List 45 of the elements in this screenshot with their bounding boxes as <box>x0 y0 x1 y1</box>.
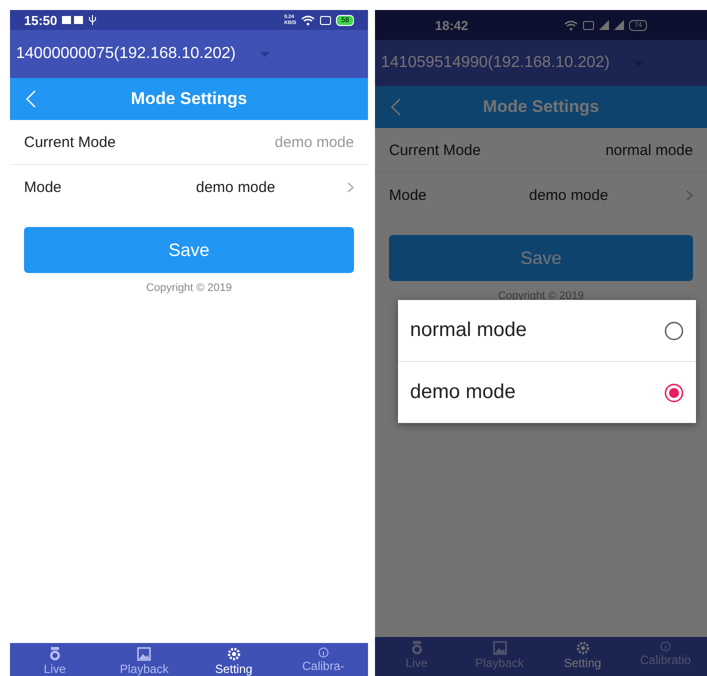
usb-icon <box>89 15 96 25</box>
save-button[interactable]: Save <box>24 227 354 273</box>
back-icon[interactable] <box>391 98 401 116</box>
dropdown-caret-icon[interactable] <box>260 52 270 56</box>
radio-button[interactable] <box>664 382 684 402</box>
image-icon <box>137 647 152 661</box>
mode-selector[interactable]: demo mode <box>529 186 686 204</box>
info-icon <box>318 647 329 658</box>
wifi-icon <box>301 14 316 26</box>
screen-icon <box>583 20 594 30</box>
setting-label: Mode <box>24 178 63 196</box>
notification-icon <box>62 15 84 25</box>
screen-icon <box>320 16 332 24</box>
signal-icon <box>614 20 624 30</box>
wifi-icon <box>564 20 578 30</box>
chevron-right-icon[interactable] <box>686 190 693 200</box>
mode-selector[interactable]: demo mode <box>196 178 347 196</box>
settings-icon <box>226 647 241 661</box>
info-icon <box>660 641 671 652</box>
status-time: 18:42 <box>435 18 468 32</box>
page-title: Mode Settings <box>482 97 600 117</box>
radio-button[interactable] <box>664 320 684 340</box>
setting-value: demo mode <box>274 134 354 150</box>
nav-tab[interactable]: Setting <box>189 643 278 676</box>
nav-tab[interactable]: Live <box>10 643 100 676</box>
page-title: Mode Settings <box>130 89 248 109</box>
option-label[interactable]: normal mode <box>410 319 527 342</box>
nav-tab[interactable]: Playback <box>100 643 189 676</box>
back-icon[interactable] <box>26 90 36 108</box>
setting-value: normal mode <box>604 142 693 158</box>
signal-icon <box>599 20 610 30</box>
image-icon <box>492 641 506 655</box>
setting-label: Current Mode <box>389 142 482 158</box>
setting-label: Current Mode <box>24 134 117 150</box>
save-button[interactable]: Save <box>389 235 693 281</box>
status-time: 15:50 <box>24 12 58 28</box>
option-label[interactable]: demo mode <box>410 381 516 404</box>
camera-icon <box>410 641 422 655</box>
copyright-text: Copyright © 2019 <box>146 282 232 294</box>
nav-tab[interactable]: Setting <box>541 637 624 676</box>
chevron-right-icon[interactable] <box>347 182 354 192</box>
camera-icon <box>48 647 61 661</box>
setting-label: Mode <box>389 186 428 204</box>
settings-icon <box>576 641 590 655</box>
nav-tab[interactable]: Calibra- <box>278 643 368 676</box>
